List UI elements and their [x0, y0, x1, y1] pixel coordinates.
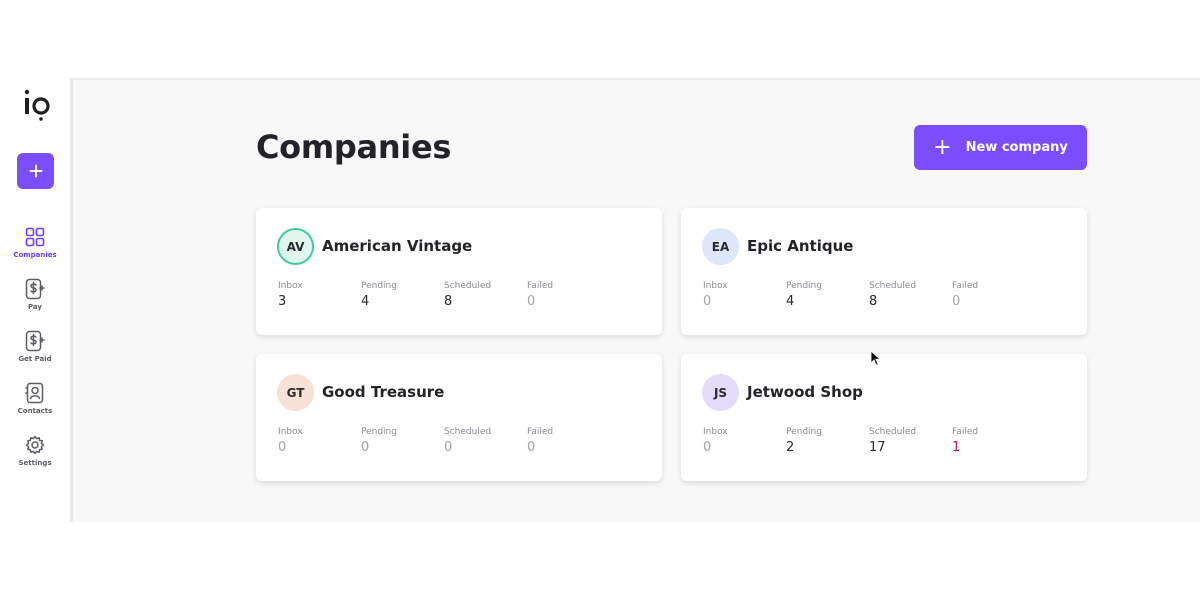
stat-inbox: Inbox 0	[703, 427, 786, 455]
stat-label: Inbox	[703, 281, 728, 291]
stat-value: 1	[952, 440, 961, 455]
stat-label: Failed	[527, 281, 554, 291]
stat-label: Inbox	[278, 281, 303, 291]
stat-label: Inbox	[278, 427, 303, 437]
company-name: Good Treasure	[322, 383, 445, 401]
avatar: AV	[277, 228, 314, 265]
company-card-jetwood-shop[interactable]: JS Jetwood Shop Inbox 0 Pending 2 Schedu…	[681, 354, 1087, 481]
sidebar-item-label: Pay	[27, 303, 42, 311]
stat-label: Pending	[361, 281, 397, 291]
sidebar-item-companies[interactable]: Companies	[0, 224, 70, 276]
stat-label: Failed	[527, 427, 554, 437]
grid-icon	[24, 226, 46, 248]
stat-value: 0	[703, 294, 712, 309]
company-stats: Inbox 0 Pending 0 Scheduled 0 Failed 0	[278, 427, 610, 455]
sidebar-item-label: Companies	[13, 251, 57, 259]
stat-scheduled: Scheduled 8	[444, 281, 527, 309]
stat-pending: Pending 4	[361, 281, 444, 309]
company-grid: AV American Vintage Inbox 3 Pending 4 Sc…	[256, 208, 1087, 481]
dollar-receive-icon	[24, 330, 46, 352]
stat-failed: Failed 0	[527, 281, 610, 309]
stat-inbox: Inbox 0	[703, 281, 786, 309]
sidebar-item-contacts[interactable]: Contacts	[0, 380, 70, 432]
stat-label: Failed	[952, 427, 979, 437]
stat-failed: Failed 0	[952, 281, 1035, 309]
stat-label: Pending	[786, 427, 822, 437]
stat-value: 0	[952, 294, 961, 309]
stat-label: Pending	[786, 281, 822, 291]
plus-icon: +	[933, 134, 952, 160]
sidebar-add-button[interactable]: +	[17, 153, 54, 189]
stat-label: Scheduled	[869, 427, 917, 437]
company-name: Epic Antique	[747, 237, 854, 255]
stat-scheduled: Scheduled 0	[444, 427, 527, 455]
io-logo-icon	[24, 89, 50, 121]
stat-label: Pending	[361, 427, 397, 437]
stat-value: 0	[527, 294, 536, 309]
company-name: American Vintage	[322, 237, 473, 255]
sidebar-item-pay[interactable]: Pay	[0, 276, 70, 328]
logo[interactable]: io	[18, 86, 54, 126]
stat-value: 0	[703, 440, 712, 455]
company-card-epic-antique[interactable]: EA Epic Antique Inbox 0 Pending 4 Schedu…	[681, 208, 1087, 335]
sidebar-item-label: Get Paid	[18, 355, 52, 363]
stat-value: 0	[444, 440, 453, 455]
new-company-button[interactable]: + New company	[914, 125, 1087, 170]
sidebar: io + Companies	[0, 78, 73, 522]
page-title: Companies	[256, 128, 452, 166]
stat-label: Failed	[952, 281, 979, 291]
stat-scheduled: Scheduled 17	[869, 427, 952, 455]
stat-failed: Failed 0	[527, 427, 610, 455]
avatar: JS	[702, 374, 739, 411]
stat-value: 0	[278, 440, 287, 455]
avatar: GT	[277, 374, 314, 411]
company-stats: Inbox 3 Pending 4 Scheduled 8 Failed 0	[278, 281, 610, 309]
stat-value: 8	[869, 294, 878, 309]
stat-inbox: Inbox 3	[278, 281, 361, 309]
company-card-good-treasure[interactable]: GT Good Treasure Inbox 0 Pending 0 Sched…	[256, 354, 662, 481]
company-name: Jetwood Shop	[747, 383, 863, 401]
stat-value: 0	[527, 440, 536, 455]
stat-value: 4	[786, 294, 795, 309]
main-content: Companies + New company AV American Vint…	[73, 78, 1200, 522]
sidebar-item-label: Settings	[18, 459, 52, 467]
stat-label: Scheduled	[444, 427, 492, 437]
company-stats: Inbox 0 Pending 4 Scheduled 8 Failed 0	[703, 281, 1035, 309]
stat-value: 2	[786, 440, 795, 455]
sidebar-nav: Companies Pay Get Paid Contacts Settings	[0, 224, 70, 484]
sidebar-item-get-paid[interactable]: Get Paid	[0, 328, 70, 380]
stat-label: Scheduled	[444, 281, 492, 291]
stat-pending: Pending 4	[786, 281, 869, 309]
stat-value: 17	[869, 440, 886, 455]
stat-value: 8	[444, 294, 453, 309]
stat-inbox: Inbox 0	[278, 427, 361, 455]
stat-value: 0	[361, 440, 370, 455]
gear-icon	[24, 434, 46, 456]
mouse-cursor-icon	[870, 350, 882, 366]
avatar: EA	[702, 228, 739, 265]
company-stats: Inbox 0 Pending 2 Scheduled 17 Failed 1	[703, 427, 1035, 455]
sidebar-item-settings[interactable]: Settings	[0, 432, 70, 484]
app-window: io + Companies	[0, 78, 1200, 522]
stat-value: 3	[278, 294, 287, 309]
stat-pending: Pending 0	[361, 427, 444, 455]
stat-failed: Failed 1	[952, 427, 1035, 455]
stat-label: Inbox	[703, 427, 728, 437]
new-company-label: New company	[965, 140, 1068, 155]
plus-icon	[29, 164, 42, 178]
stat-scheduled: Scheduled 8	[869, 281, 952, 309]
stat-pending: Pending 2	[786, 427, 869, 455]
stat-value: 4	[361, 294, 370, 309]
contact-card-icon	[24, 382, 46, 404]
dollar-send-icon	[24, 278, 46, 300]
stat-label: Scheduled	[869, 281, 917, 291]
sidebar-item-label: Contacts	[17, 407, 53, 415]
company-card-american-vintage[interactable]: AV American Vintage Inbox 3 Pending 4 Sc…	[256, 208, 662, 335]
